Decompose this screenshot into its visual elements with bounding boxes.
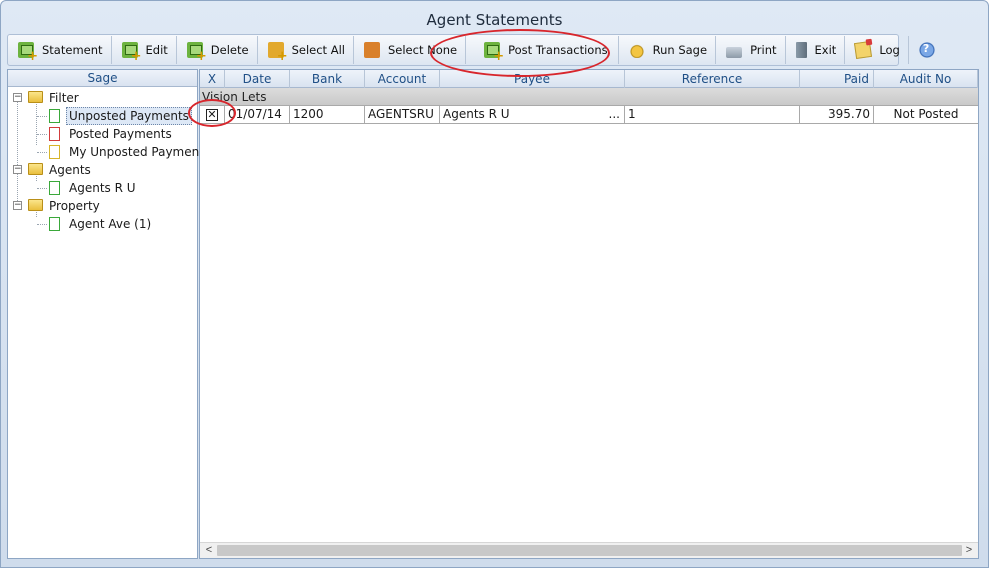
collapse-icon[interactable]: −: [13, 201, 22, 210]
reference-cell: 1: [625, 106, 800, 124]
column-header-audit-no[interactable]: Audit No: [874, 70, 978, 88]
column-header-paid[interactable]: Paid: [800, 70, 874, 88]
scroll-left-arrow[interactable]: <: [201, 543, 217, 558]
date-cell: 01/07/14: [225, 106, 290, 124]
run-sage-button[interactable]: Run Sage: [619, 36, 717, 64]
group-row-vision-lets[interactable]: Vision Lets: [200, 88, 978, 106]
select-none-icon: [363, 42, 380, 58]
delete-button[interactable]: Delete: [177, 36, 258, 64]
account-cell: AGENTSRU: [365, 106, 440, 124]
exit-button[interactable]: Exit: [786, 36, 846, 64]
payee-cell: Agents R U ...: [440, 106, 625, 124]
document-icon: [49, 181, 60, 195]
column-header-x[interactable]: X: [200, 70, 225, 88]
toolbar: Statement Edit Delete Select All Select …: [7, 34, 935, 66]
edit-button[interactable]: Edit: [112, 36, 177, 64]
bank-cell: 1200: [290, 106, 365, 124]
column-header-date[interactable]: Date: [225, 70, 290, 88]
column-header-reference[interactable]: Reference: [625, 70, 800, 88]
collapse-icon[interactable]: −: [13, 93, 22, 102]
printer-icon: [726, 46, 743, 58]
agent-statements-window: Agent Statements Statement Edit Delete S…: [0, 0, 989, 568]
tree-label-my-unposted-payments: My Unposted Payments: [69, 145, 211, 159]
column-header-bank[interactable]: Bank: [290, 70, 365, 88]
column-header-payee[interactable]: Payee: [440, 70, 625, 88]
folder-icon: [28, 163, 43, 175]
select-none-label: Select None: [387, 43, 458, 57]
tree-label-posted-payments: Posted Payments: [69, 127, 172, 141]
horizontal-scrollbar[interactable]: < >: [200, 542, 978, 558]
help-button[interactable]: [909, 36, 949, 64]
folder-icon: [28, 91, 43, 103]
edit-icon: [121, 42, 142, 64]
table-row[interactable]: ✕ 01/07/14 1200 AGENTSRU Agents R U ... …: [200, 106, 978, 124]
folder-icon: [28, 199, 43, 211]
tree-label-property: Property: [49, 199, 100, 213]
delete-label: Delete: [210, 43, 249, 57]
tree-node-agents-r-u[interactable]: Agents R U: [8, 179, 197, 197]
grid-header: X Date Bank Account Payee Reference Paid…: [200, 70, 978, 88]
post-transactions-label: Post Transactions: [508, 43, 608, 57]
sage-panel-header: Sage: [8, 70, 197, 87]
edit-label: Edit: [145, 43, 168, 57]
scroll-thumb[interactable]: [217, 545, 962, 556]
tree-label-unposted-payments: Unposted Payments: [66, 107, 192, 125]
tree-node-posted-payments[interactable]: Posted Payments: [8, 125, 197, 143]
document-icon: [49, 109, 60, 123]
help-icon: [918, 42, 935, 58]
document-icon: [49, 127, 60, 141]
tree-node-my-unposted-payments[interactable]: My Unposted Payments: [8, 143, 210, 161]
document-icon: [49, 217, 60, 231]
tree-node-filter[interactable]: − Filter: [8, 89, 197, 107]
post-transactions-icon: [484, 42, 504, 64]
select-all-label: Select All: [291, 43, 345, 57]
sage-tree-panel: Sage − Filter Unposted Payments Posted P…: [7, 69, 210, 559]
paid-cell: 395.70: [800, 106, 874, 124]
statement-button[interactable]: Statement: [8, 36, 112, 64]
select-none-button[interactable]: Select None: [354, 36, 467, 64]
log-label: Log: [879, 43, 900, 57]
door-exit-icon: [795, 42, 807, 58]
log-button[interactable]: Log: [845, 36, 909, 64]
tree-node-agent-ave[interactable]: Agent Ave (1): [8, 215, 197, 233]
select-cell[interactable]: ✕: [200, 106, 225, 124]
tree-label-agents: Agents: [49, 163, 91, 177]
run-sage-icon: [628, 42, 645, 58]
row-checkbox[interactable]: ✕: [206, 109, 218, 121]
print-button[interactable]: Print: [716, 36, 786, 64]
post-transactions-button[interactable]: Post Transactions: [466, 36, 619, 64]
tree-node-unposted-payments[interactable]: Unposted Payments: [8, 107, 197, 125]
tree-label-agents-r-u: Agents R U: [69, 181, 136, 195]
transactions-grid: X Date Bank Account Payee Reference Paid…: [199, 69, 979, 559]
sage-tree: − Filter Unposted Payments Posted Paymen…: [8, 87, 210, 233]
tree-label-agent-ave: Agent Ave (1): [69, 217, 152, 231]
document-icon: [49, 145, 60, 159]
tree-connector: [37, 188, 47, 189]
statement-label: Statement: [42, 43, 103, 57]
delete-icon: [186, 42, 207, 64]
tree-node-agents[interactable]: − Agents: [8, 161, 197, 179]
log-icon: [854, 40, 873, 60]
select-all-button[interactable]: Select All: [258, 36, 354, 64]
window-title: Agent Statements: [426, 11, 563, 29]
print-label: Print: [750, 43, 777, 57]
audit-no-cell: Not Posted: [893, 107, 959, 121]
tree-node-property[interactable]: − Property: [8, 197, 197, 215]
tree-connector: [37, 134, 47, 135]
payee-ellipsis-button[interactable]: ...: [609, 106, 620, 123]
tree-connector: [37, 116, 47, 117]
exit-label: Exit: [814, 43, 837, 57]
run-sage-label: Run Sage: [652, 43, 708, 57]
column-header-account[interactable]: Account: [365, 70, 440, 88]
scroll-right-arrow[interactable]: >: [961, 543, 977, 558]
tree-label-filter: Filter: [49, 91, 79, 105]
select-all-icon: [267, 42, 288, 64]
tree-connector: [37, 152, 47, 153]
collapse-icon[interactable]: −: [13, 165, 22, 174]
tree-connector: [37, 224, 47, 225]
statement-icon: [18, 42, 38, 64]
payee-name: Agents R U: [443, 107, 510, 121]
